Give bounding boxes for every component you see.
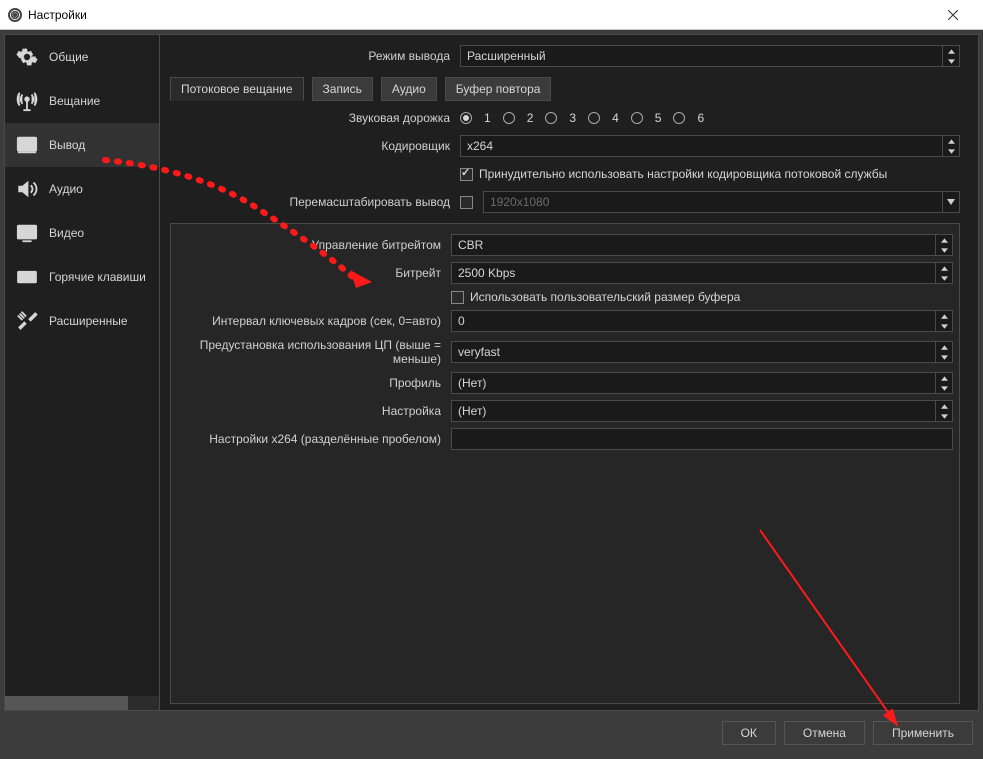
sidebar-scrollbar[interactable] <box>5 696 159 710</box>
sidebar-item-advanced[interactable]: Расширенные <box>5 299 159 343</box>
keyint-input[interactable]: 0 <box>451 310 953 332</box>
track-radio-5[interactable] <box>631 112 643 124</box>
output-mode-label: Режим вывода <box>170 49 450 63</box>
x264opts-input[interactable] <box>451 428 953 450</box>
profile-label: Профиль <box>171 376 441 390</box>
footer: ОК Отмена Применить <box>4 711 979 755</box>
sidebar-item-hotkeys[interactable]: Горячие клавиши <box>5 255 159 299</box>
updown-icon <box>935 342 952 362</box>
dropdown-icon <box>942 192 959 212</box>
updown-icon <box>935 373 952 393</box>
main-panel: Режим вывода Расширенный Потоковое вещан… <box>160 35 978 710</box>
track-radio-4[interactable] <box>588 112 600 124</box>
track-radio-2[interactable] <box>503 112 515 124</box>
keyboard-icon <box>13 265 41 289</box>
sidebar-item-label: Вещание <box>49 94 100 108</box>
rescale-label: Перемасштабировать вывод <box>170 195 450 209</box>
enforce-checkbox[interactable] <box>460 168 473 181</box>
updown-icon <box>935 235 952 255</box>
bitrate-label: Битрейт <box>171 266 441 280</box>
gear-icon <box>13 45 41 69</box>
tab-streaming[interactable]: Потоковое вещание <box>170 77 304 101</box>
tab-recording[interactable]: Запись <box>312 77 373 101</box>
sidebar-item-label: Видео <box>49 226 84 240</box>
window-close-button[interactable] <box>930 0 975 30</box>
output-tabs: Потоковое вещание Запись Аудио Буфер пов… <box>170 77 960 101</box>
updown-icon <box>942 46 959 66</box>
rc-label: Управление битрейтом <box>171 238 441 252</box>
sidebar-item-label: Горячие клавиши <box>49 270 146 284</box>
rescale-checkbox[interactable] <box>460 196 473 209</box>
tab-audio[interactable]: Аудио <box>381 77 437 101</box>
track-radio-3[interactable] <box>545 112 557 124</box>
sidebar-item-stream[interactable]: Вещание <box>5 79 159 123</box>
tune-label: Настройка <box>171 404 441 418</box>
sidebar-item-general[interactable]: Общие <box>5 35 159 79</box>
track-label: Звуковая дорожка <box>170 111 450 125</box>
encoder-select[interactable]: x264 <box>460 135 960 157</box>
titlebar: Настройки <box>0 0 983 30</box>
encoder-settings-box: Управление битрейтом CBR Битрейт 2500 Kb… <box>170 223 960 704</box>
track-radio-group: 1 2 3 4 5 6 <box>460 111 704 125</box>
tune-select[interactable]: (Нет) <box>451 400 953 422</box>
enforce-label: Принудительно использовать настройки код… <box>479 167 887 181</box>
tab-replay[interactable]: Буфер повтора <box>445 77 552 101</box>
x264opts-label: Настройки x264 (разделённые пробелом) <box>171 432 441 446</box>
rc-select[interactable]: CBR <box>451 234 953 256</box>
sidebar-item-video[interactable]: Видео <box>5 211 159 255</box>
rescale-select[interactable]: 1920x1080 <box>483 191 960 213</box>
audio-icon <box>13 177 41 201</box>
updown-icon <box>935 401 952 421</box>
cpu-label: Предустановка использования ЦП (выше = м… <box>171 338 441 366</box>
ok-button[interactable]: ОК <box>722 721 776 745</box>
app-icon <box>8 8 22 22</box>
sidebar-item-label: Вывод <box>49 138 85 152</box>
profile-select[interactable]: (Нет) <box>451 372 953 394</box>
custom-buffer-checkbox[interactable] <box>451 291 464 304</box>
apply-button[interactable]: Применить <box>873 721 973 745</box>
video-icon <box>13 221 41 245</box>
output-mode-select[interactable]: Расширенный <box>460 45 960 67</box>
cpu-select[interactable]: veryfast <box>451 341 953 363</box>
custom-buffer-label: Использовать пользовательский размер буф… <box>470 290 740 304</box>
updown-icon <box>935 311 952 331</box>
sidebar-item-label: Аудио <box>49 182 83 196</box>
updown-icon <box>935 263 952 283</box>
window-title: Настройки <box>28 8 930 22</box>
sidebar-item-audio[interactable]: Аудио <box>5 167 159 211</box>
encoder-label: Кодировщик <box>170 139 450 153</box>
sidebar: Общие Вещание Вывод Аудио Видео Горячие … <box>5 35 160 710</box>
output-icon <box>13 133 41 157</box>
track-radio-6[interactable] <box>673 112 685 124</box>
keyint-label: Интервал ключевых кадров (сек, 0=авто) <box>171 314 441 328</box>
tools-icon <box>13 309 41 333</box>
cancel-button[interactable]: Отмена <box>784 721 865 745</box>
track-radio-1[interactable] <box>460 112 472 124</box>
broadcast-icon <box>13 89 41 113</box>
bitrate-input[interactable]: 2500 Kbps <box>451 262 953 284</box>
updown-icon <box>942 136 959 156</box>
sidebar-item-label: Общие <box>49 50 88 64</box>
sidebar-item-label: Расширенные <box>49 314 128 328</box>
sidebar-item-output[interactable]: Вывод <box>5 123 159 167</box>
